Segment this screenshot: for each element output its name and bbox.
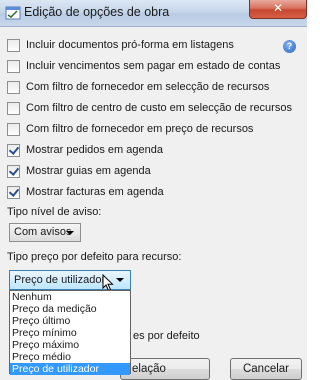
dropdown-option-selected[interactable]: Preço de utilizador bbox=[10, 363, 130, 375]
cancel-button-label: Cancelar bbox=[242, 363, 290, 375]
dropdown-option[interactable]: Preço último bbox=[10, 315, 130, 327]
checkbox[interactable] bbox=[7, 38, 20, 52]
dropdown-option[interactable]: Preço mínimo bbox=[10, 327, 130, 339]
dropdown-option[interactable]: Preço da medição bbox=[10, 303, 130, 315]
option-row[interactable]: Mostrar guias em agenda bbox=[7, 163, 151, 179]
price-type-dropdown-list[interactable]: Nenhum Preço da medição Preço último Pre… bbox=[9, 290, 131, 375]
option-row[interactable]: Mostrar facturas em agenda bbox=[7, 184, 164, 200]
window-title: Edição de opções de obra bbox=[24, 5, 170, 19]
option-label: Com filtro de fornecedor em preço de rec… bbox=[26, 123, 254, 135]
cancel-operation-button[interactable]: elação bbox=[120, 358, 210, 380]
cancel-button[interactable]: Cancelar bbox=[230, 358, 302, 380]
option-label: Mostrar pedidos em agenda bbox=[26, 144, 163, 156]
option-row[interactable]: Mostrar pedidos em agenda bbox=[7, 142, 163, 158]
cancel-operation-label: elação bbox=[132, 363, 166, 375]
chevron-down-icon bbox=[116, 278, 124, 282]
app-icon bbox=[5, 6, 21, 20]
warning-level-select[interactable]: Com avisos bbox=[9, 223, 81, 242]
help-icon[interactable]: ? bbox=[283, 40, 296, 53]
dropdown-option[interactable]: Preço médio bbox=[10, 351, 130, 363]
price-type-label: Tipo preço por defeito para recurso: bbox=[7, 251, 182, 263]
warning-level-value: Com avisos bbox=[14, 226, 72, 238]
title-bar[interactable]: Edição de opções de obra ✕ bbox=[0, 0, 307, 27]
option-row[interactable]: Incluir vencimentos sem pagar em estado … bbox=[7, 58, 280, 74]
default-checkbox-label: es por defeito bbox=[133, 330, 200, 342]
options-dialog: Edição de opções de obra ✕ ? Incluir doc… bbox=[0, 0, 307, 380]
checkbox[interactable] bbox=[7, 80, 20, 94]
help-glyph: ? bbox=[286, 41, 293, 51]
price-type-select[interactable]: Preço de utilizador bbox=[9, 270, 131, 292]
option-row[interactable]: Com filtro de centro de custo em selecçã… bbox=[7, 100, 292, 116]
checkbox[interactable] bbox=[7, 122, 20, 136]
dropdown-option[interactable]: Preço máximo bbox=[10, 339, 130, 351]
checkbox-checked[interactable] bbox=[7, 185, 20, 199]
dialog-content: ? Incluir documentos pró-forma em listag… bbox=[0, 28, 307, 380]
close-icon: ✕ bbox=[272, 1, 284, 15]
close-button[interactable]: ✕ bbox=[249, 0, 307, 19]
option-row[interactable]: Com filtro de fornecedor em selecção de … bbox=[7, 79, 269, 95]
option-row[interactable]: Incluir documentos pró-forma em listagen… bbox=[7, 37, 234, 53]
chevron-down-icon bbox=[66, 231, 74, 235]
checkbox-checked[interactable] bbox=[7, 143, 20, 157]
checkbox-checked[interactable] bbox=[7, 164, 20, 178]
option-label: Com filtro de centro de custo em selecçã… bbox=[26, 102, 292, 114]
option-label: Mostrar guias em agenda bbox=[26, 165, 151, 177]
checkbox[interactable] bbox=[7, 101, 20, 115]
option-label: Incluir documentos pró-forma em listagen… bbox=[26, 39, 234, 51]
option-label: Com filtro de fornecedor em selecção de … bbox=[26, 81, 270, 93]
option-label: Incluir vencimentos sem pagar em estado … bbox=[26, 60, 281, 72]
option-label: Mostrar facturas em agenda bbox=[26, 186, 164, 198]
dropdown-option[interactable]: Nenhum bbox=[10, 291, 130, 303]
option-row[interactable]: Com filtro de fornecedor em preço de rec… bbox=[7, 121, 253, 137]
warning-level-label: Tipo nível de aviso: bbox=[7, 206, 102, 218]
checkbox[interactable] bbox=[7, 59, 20, 73]
price-type-value: Preço de utilizador bbox=[14, 274, 106, 286]
